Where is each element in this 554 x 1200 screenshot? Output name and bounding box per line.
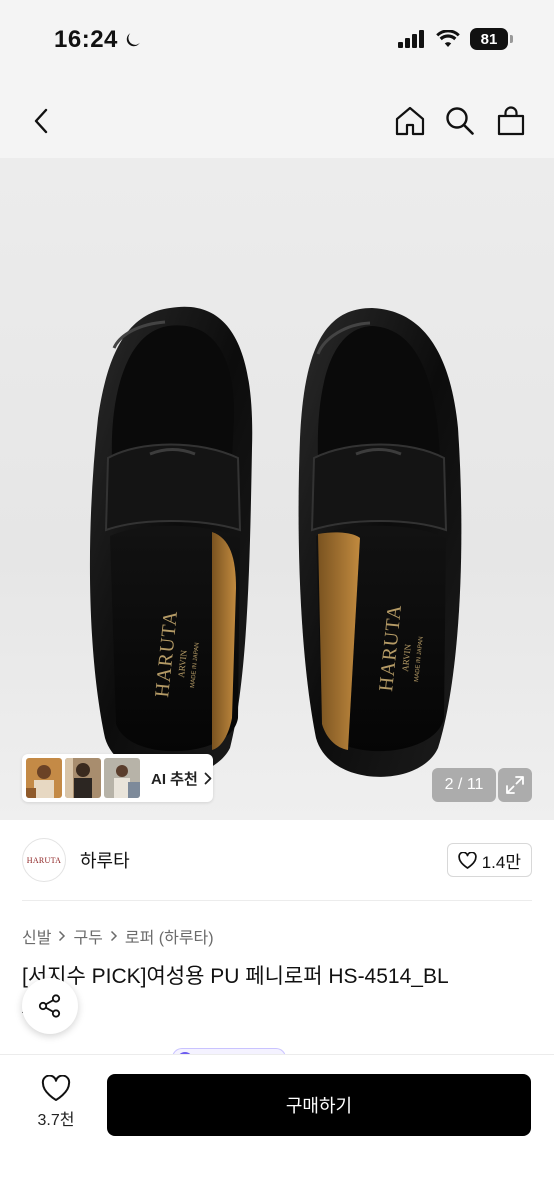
ai-thumbnail-2 xyxy=(65,758,101,798)
brand-logo[interactable]: HARUTA xyxy=(22,838,66,882)
chevron-right-icon xyxy=(59,930,66,942)
wishlist-count: 3.7천 xyxy=(37,1112,75,1129)
battery-level: 81 xyxy=(480,30,498,48)
ai-recommend-label: AI 추천 xyxy=(151,768,212,789)
chevron-left-icon xyxy=(34,108,48,134)
status-time: 16:24 xyxy=(54,26,142,54)
divider xyxy=(22,900,532,901)
share-button[interactable] xyxy=(22,978,78,1034)
chevron-right-icon xyxy=(204,772,212,784)
top-navigation xyxy=(0,84,554,158)
home-icon xyxy=(395,106,425,136)
brand-like-button[interactable]: 1.4만 xyxy=(446,843,532,877)
ai-thumbnail-3 xyxy=(104,758,140,798)
buy-button-label: 구매하기 xyxy=(285,1096,353,1116)
breadcrumb: 신발 구두 로퍼 (하루타) xyxy=(22,924,214,948)
ai-recommend-button[interactable]: AI 추천 xyxy=(22,754,213,802)
search-icon xyxy=(446,107,474,135)
brand-like-count: 1.4만 xyxy=(481,852,521,872)
bottom-action-bar: 3.7천 구매하기 xyxy=(0,1054,554,1200)
search-button[interactable] xyxy=(439,100,481,142)
expand-icon xyxy=(506,776,524,794)
page-indicator-text: 2 / 11 xyxy=(444,776,484,793)
product-image: HARUTA ARVIN MADE IN JAPAN HARUTA ARVIN … xyxy=(89,306,462,777)
page-indicator: 2 / 11 xyxy=(432,768,496,802)
wifi-icon xyxy=(436,30,460,47)
product-title: [서지수 PICK]여성용 PU 페니로퍼 HS-4514_BL xyxy=(22,965,449,988)
brand-row: HARUTA 하루타 1.4만 xyxy=(22,838,532,882)
cart-button[interactable] xyxy=(490,100,532,142)
brand-name[interactable]: 하루타 xyxy=(80,847,130,873)
breadcrumb-item-loafers[interactable]: 로퍼 (하루타) xyxy=(125,924,214,948)
chevron-right-icon xyxy=(110,930,117,942)
product-image-gallery[interactable]: HARUTA ARVIN MADE IN JAPAN HARUTA ARVIN … xyxy=(0,158,554,820)
cellular-signal-icon xyxy=(398,30,424,48)
right-shoe: HARUTA ARVIN MADE IN JAPAN xyxy=(298,308,462,777)
left-shoe: HARUTA ARVIN MADE IN JAPAN xyxy=(89,306,253,777)
status-indicators: 81 xyxy=(398,28,513,50)
buy-button[interactable]: 구매하기 xyxy=(107,1074,531,1136)
fullscreen-button[interactable] xyxy=(498,768,532,802)
battery-indicator: 81 xyxy=(470,28,513,50)
moon-icon xyxy=(126,33,140,47)
clock-text: 16:24 xyxy=(54,26,118,53)
share-icon xyxy=(38,994,61,1018)
back-button[interactable] xyxy=(20,100,62,142)
breadcrumb-item-dress-shoes[interactable]: 구두 xyxy=(73,924,102,948)
wishlist-button[interactable]: 3.7천 xyxy=(26,1075,86,1130)
ai-recommend-text: AI 추천 xyxy=(151,770,198,788)
ai-thumbnail-1 xyxy=(26,758,62,798)
status-bar: 16:24 81 xyxy=(0,0,554,84)
heart-icon xyxy=(41,1075,71,1101)
brand-logo-text: HARUTA xyxy=(26,855,62,865)
shopping-bag-icon xyxy=(497,106,525,136)
heart-icon xyxy=(458,851,477,869)
home-button[interactable] xyxy=(389,100,431,142)
breadcrumb-item-shoes[interactable]: 신발 xyxy=(22,924,51,948)
